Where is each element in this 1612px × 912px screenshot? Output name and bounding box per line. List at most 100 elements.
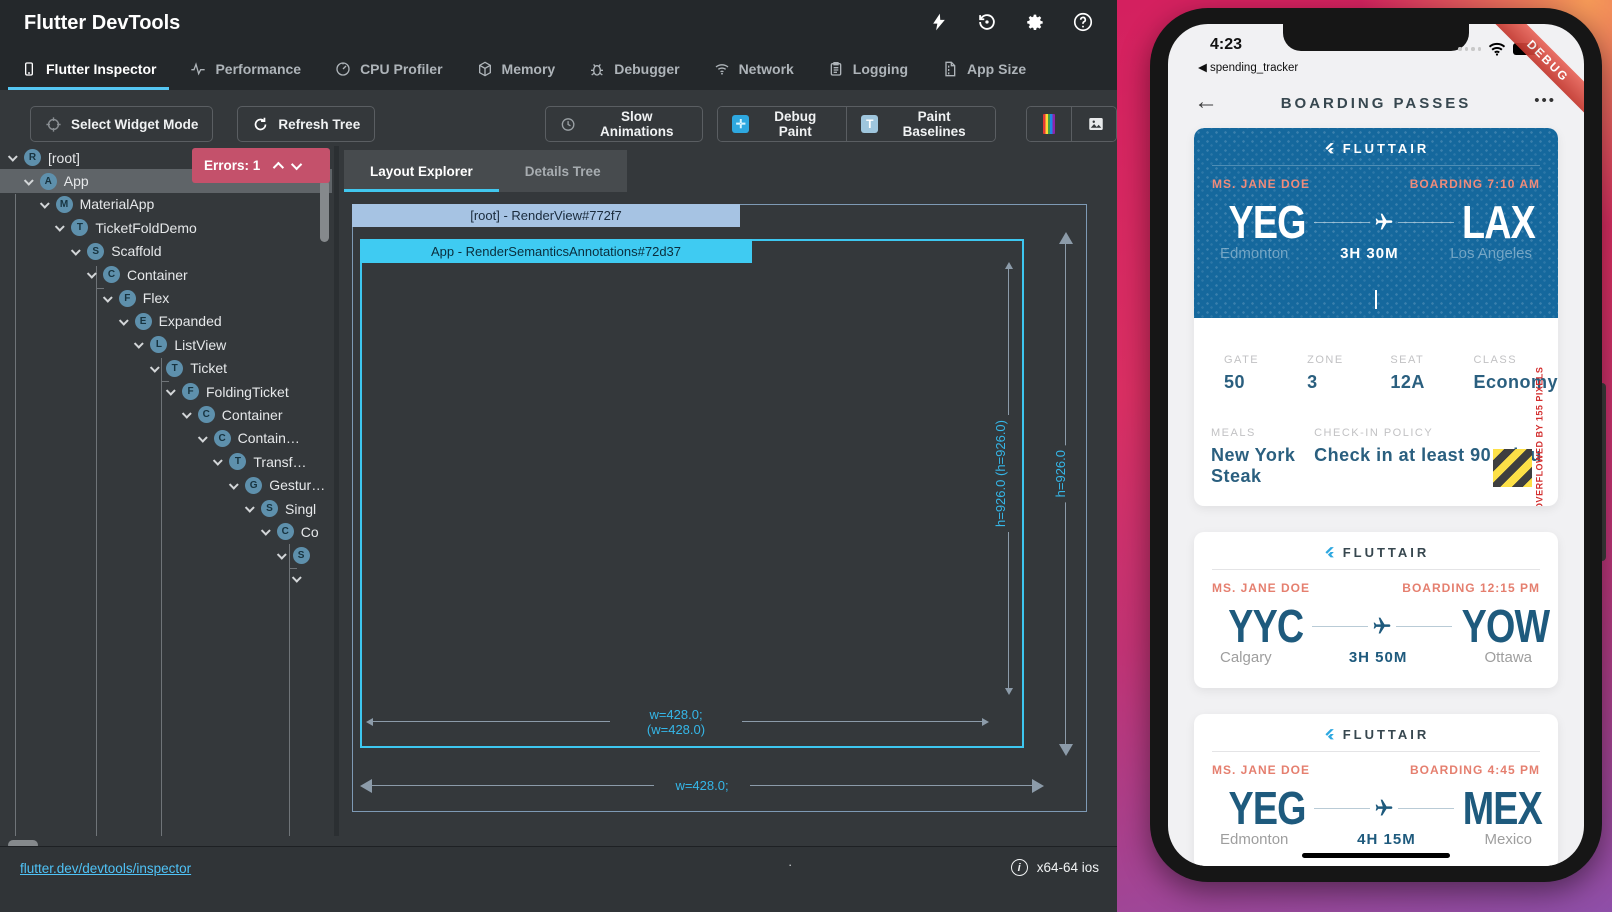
app-render-label[interactable]: App - RenderSemanticsAnnotations#72d37 xyxy=(360,239,752,263)
tree-node[interactable]: CCo xyxy=(0,520,332,543)
tab-flutter-inspector[interactable]: Flutter Inspector xyxy=(4,48,173,90)
chevron-down-icon[interactable] xyxy=(261,526,271,536)
tree-node-label: Co xyxy=(301,524,319,540)
repaint-rainbow-button[interactable] xyxy=(1027,107,1071,141)
docs-link[interactable]: flutter.dev/devtools/inspector xyxy=(20,861,191,876)
tree-node[interactable]: CContain… xyxy=(0,427,332,450)
chevron-down-icon[interactable] xyxy=(8,152,18,162)
boarding-pass-card[interactable]: FLUTTAIR MS. JANE DOE BOARDING 4:45 PM Y… xyxy=(1194,714,1558,866)
overflow-menu-button[interactable]: ••• xyxy=(1534,92,1556,109)
widget-type-badge: S xyxy=(261,500,278,517)
help-icon[interactable] xyxy=(1071,10,1095,34)
airline-logo: FLUTTAIR xyxy=(1194,714,1558,742)
tab-memory[interactable]: Memory xyxy=(460,48,573,90)
hot-reload-icon[interactable] xyxy=(927,10,951,34)
invert-oversized-images-button[interactable] xyxy=(1071,107,1117,141)
tree-vertical-scrollbar[interactable] xyxy=(320,180,329,242)
tree-node[interactable]: TTicketFoldDemo xyxy=(0,216,332,239)
chevron-down-icon[interactable] xyxy=(166,386,176,396)
chevron-down-icon[interactable] xyxy=(71,246,81,256)
tree-node-label: App xyxy=(64,173,89,189)
chevron-down-icon[interactable] xyxy=(24,175,34,185)
flutter-icon xyxy=(1323,546,1336,559)
info-icon[interactable]: i xyxy=(1011,859,1028,876)
tab-details-tree[interactable]: Details Tree xyxy=(499,150,627,192)
chevron-down-icon[interactable] xyxy=(87,269,97,279)
tree-node[interactable]: MMaterialApp xyxy=(0,193,332,216)
widget-type-badge: A xyxy=(40,173,57,190)
tree-node[interactable]: EExpanded xyxy=(0,310,332,333)
tree-node[interactable]: SSingl xyxy=(0,497,332,520)
gear-icon[interactable] xyxy=(1023,10,1047,34)
tab-network[interactable]: Network xyxy=(697,48,811,90)
origin-code: YEG xyxy=(1228,195,1305,249)
tree-node-label: MaterialApp xyxy=(80,196,155,212)
errors-badge[interactable]: Errors: 1 xyxy=(192,148,330,183)
tree-node[interactable]: GGestur… xyxy=(0,473,332,496)
tree-node[interactable]: TTransf… xyxy=(0,450,332,473)
tab-performance[interactable]: Performance xyxy=(173,48,318,90)
app-render-box[interactable] xyxy=(360,239,1024,748)
home-indicator[interactable] xyxy=(1302,853,1450,858)
widget-type-badge: F xyxy=(119,290,136,307)
widget-type-badge: S xyxy=(293,547,310,564)
tree-node[interactable]: SScaffold xyxy=(0,240,332,263)
page-title: BOARDING PASSES xyxy=(1168,95,1584,112)
back-to-app-label[interactable]: ◀ spending_tracker xyxy=(1198,60,1298,74)
chevron-down-icon[interactable] xyxy=(55,222,65,232)
debug-paint-button[interactable]: ✛ Debug Paint xyxy=(718,107,846,141)
root-render-label[interactable]: [root] - RenderView#772f7 xyxy=(352,204,740,227)
chevron-down-icon[interactable] xyxy=(182,409,192,419)
panel-divider[interactable] xyxy=(334,146,339,836)
tab-debugger[interactable]: Debugger xyxy=(572,48,696,90)
tree-node[interactable] xyxy=(0,567,332,590)
tab-layout-explorer[interactable]: Layout Explorer xyxy=(344,150,499,192)
boarding-pass-card[interactable]: FLUTTAIR MS. JANE DOE BOARDING 12:15 PM … xyxy=(1194,532,1558,688)
phone-frame: 4:23 ◀ spending_tracker DEBUG ← BOARDING… xyxy=(1150,8,1602,882)
widget-tree-rows: R[root]AAppMMaterialAppTTicketFoldDemoSS… xyxy=(0,146,332,590)
tab-cpu-profiler[interactable]: CPU Profiler xyxy=(318,48,459,90)
chevron-down-icon[interactable] xyxy=(229,479,239,489)
previous-error-icon[interactable] xyxy=(273,161,284,172)
clock-icon xyxy=(560,116,576,133)
chevron-down-icon[interactable] xyxy=(118,316,128,326)
chevron-down-icon[interactable] xyxy=(39,199,49,209)
tree-node[interactable]: S xyxy=(0,544,332,567)
refresh-icon xyxy=(252,116,269,133)
tree-node[interactable]: CContainer xyxy=(0,263,332,286)
refresh-tree-button[interactable]: Refresh Tree xyxy=(237,106,375,142)
collapse-chevron-icon[interactable] xyxy=(1375,290,1377,308)
select-widget-mode-button[interactable]: Select Widget Mode xyxy=(30,106,213,142)
chevron-down-icon[interactable] xyxy=(134,339,144,349)
tree-node[interactable]: FFlex xyxy=(0,286,332,309)
repaint-rainbow-icon xyxy=(1043,114,1055,134)
chevron-down-icon[interactable] xyxy=(197,433,207,443)
tree-node[interactable]: TTicket xyxy=(0,357,332,380)
chevron-down-icon[interactable] xyxy=(213,456,223,466)
tab-logging[interactable]: Logging xyxy=(811,48,925,90)
tree-node[interactable]: FFoldingTicket xyxy=(0,380,332,403)
arrowhead xyxy=(982,718,989,726)
chevron-down-icon[interactable] xyxy=(103,292,113,302)
chevron-down-icon[interactable] xyxy=(150,363,160,373)
tree-node-label: [root] xyxy=(48,150,80,166)
meals-value: New York Steak xyxy=(1211,445,1314,487)
boarding-pass-card[interactable]: FLUTTAIR MS. JANE DOE BOARDING 7:10 AM Y… xyxy=(1194,128,1558,506)
paint-baselines-button[interactable]: T Paint Baselines xyxy=(846,107,995,141)
app-title: Flutter DevTools xyxy=(24,12,180,35)
tree-node[interactable]: LListView xyxy=(0,333,332,356)
tab-app-size[interactable]: App Size xyxy=(925,48,1043,90)
history-icon[interactable] xyxy=(975,10,999,34)
slow-animations-button[interactable]: Slow Animations xyxy=(545,106,703,142)
chevron-down-icon[interactable] xyxy=(292,573,302,583)
arrowhead xyxy=(1005,262,1013,269)
arrowhead xyxy=(1059,232,1073,244)
tree-node[interactable]: CContainer xyxy=(0,403,332,426)
passenger-name: MS. JANE DOE xyxy=(1212,177,1310,191)
next-error-icon[interactable] xyxy=(291,158,302,169)
chevron-down-icon[interactable] xyxy=(276,550,286,560)
tab-label: Performance xyxy=(215,61,301,77)
layout-explorer-canvas: [root] - RenderView#772f7 App - RenderSe… xyxy=(352,200,1090,832)
chevron-down-icon[interactable] xyxy=(245,503,255,513)
boarding-pass-list: FLUTTAIR MS. JANE DOE BOARDING 7:10 AM Y… xyxy=(1194,128,1558,866)
